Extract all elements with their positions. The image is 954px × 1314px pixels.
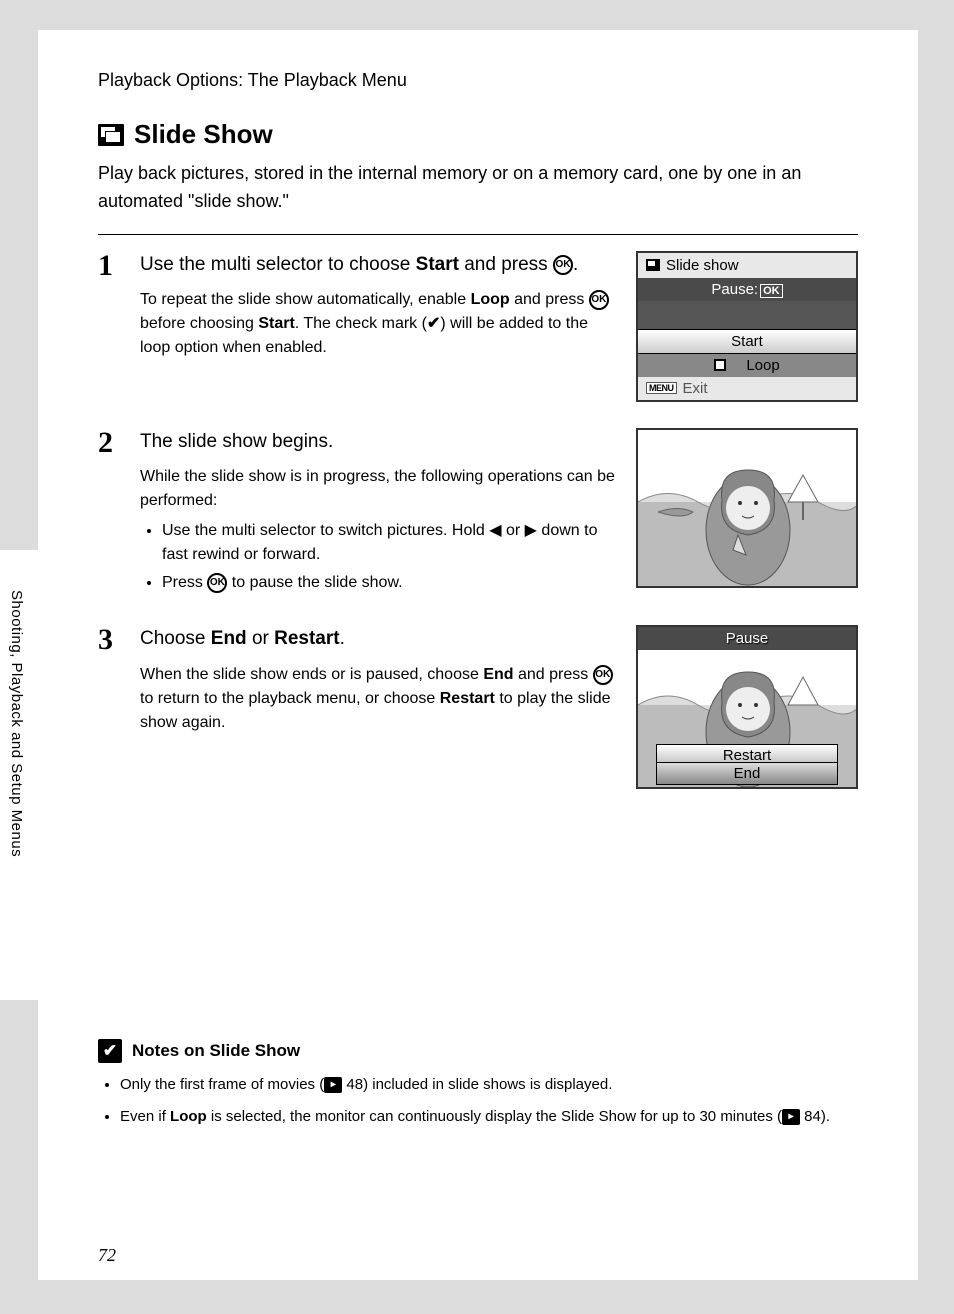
step-2: 2 The slide show begins. While the slide… <box>98 428 858 600</box>
ok-icon: OK <box>760 284 783 298</box>
manual-page: Playback Options: The Playback Menu Slid… <box>38 30 918 1280</box>
slideshow-icon <box>646 259 660 271</box>
notes-heading: ✔ Notes on Slide Show <box>98 1039 858 1063</box>
step-number: 2 <box>98 428 124 600</box>
step-3: 3 Choose End or Restart. When the slide … <box>98 625 858 789</box>
step-number: 1 <box>98 251 124 402</box>
camera-screen-menu: Slide show Pause:OK Start Loop MENU Exit <box>636 251 858 402</box>
landscape-illustration-icon <box>638 430 858 588</box>
page-ref-icon: ▸ <box>324 1077 342 1093</box>
step1-body: To repeat the slide show automatically, … <box>140 288 616 360</box>
page-ref-icon: ▸ <box>782 1109 800 1125</box>
step3-title: Choose End or Restart. <box>140 625 616 653</box>
step-1: 1 Use the multi selector to choose Start… <box>98 251 858 402</box>
screen-loop-row: Loop <box>638 354 856 377</box>
screen-start-row: Start <box>638 329 856 354</box>
section-title: Slide Show <box>134 119 273 150</box>
chapter-header: Playback Options: The Playback Menu <box>98 70 858 91</box>
step1-title: Use the multi selector to choose Start a… <box>140 251 616 279</box>
step2-title: The slide show begins. <box>140 428 616 456</box>
ok-icon: OK <box>207 573 227 593</box>
step3-body: When the slide show ends or is paused, c… <box>140 663 616 735</box>
section-heading: Slide Show <box>98 119 858 150</box>
side-tab-label: Shooting, Playback and Setup Menus <box>8 590 25 857</box>
screen-exit-row: MENU Exit <box>638 377 856 400</box>
intro-text: Play back pictures, stored in the intern… <box>98 160 858 216</box>
list-item: Even if Loop is selected, the monitor ca… <box>120 1105 858 1129</box>
screen-pause-row: Pause:OK <box>638 278 856 301</box>
check-icon <box>427 315 440 332</box>
screen-pause-label: Pause <box>638 627 856 650</box>
ok-icon: OK <box>589 290 609 310</box>
notes-section: ✔ Notes on Slide Show Only the first fra… <box>98 1039 858 1129</box>
right-arrow-icon <box>525 522 537 539</box>
slideshow-icon <box>98 124 124 146</box>
screen-title-row: Slide show <box>638 253 856 278</box>
menu-icon: MENU <box>646 382 677 394</box>
list-item: Only the first frame of movies (▸ 48) in… <box>120 1073 858 1097</box>
ok-icon: OK <box>553 255 573 275</box>
step2-list: Use the multi selector to switch picture… <box>140 519 616 595</box>
step2-intro: While the slide show is in progress, the… <box>140 465 616 513</box>
camera-screen-pause: Pause Restart End <box>636 625 858 789</box>
screen-end-row: End <box>656 762 838 785</box>
step-number: 3 <box>98 625 124 789</box>
note-v-icon: ✔ <box>98 1039 122 1063</box>
separator <box>98 234 858 235</box>
notes-list: Only the first frame of movies (▸ 48) in… <box>98 1073 858 1129</box>
list-item: Press OK to pause the slide show. <box>162 571 616 595</box>
page-number: 72 <box>98 1245 116 1266</box>
checkbox-icon <box>714 359 726 371</box>
list-item: Use the multi selector to switch picture… <box>162 519 616 567</box>
side-tab: Shooting, Playback and Setup Menus <box>0 550 38 1000</box>
left-arrow-icon <box>489 522 501 539</box>
camera-screen-photo <box>636 428 858 588</box>
ok-icon: OK <box>593 665 613 685</box>
